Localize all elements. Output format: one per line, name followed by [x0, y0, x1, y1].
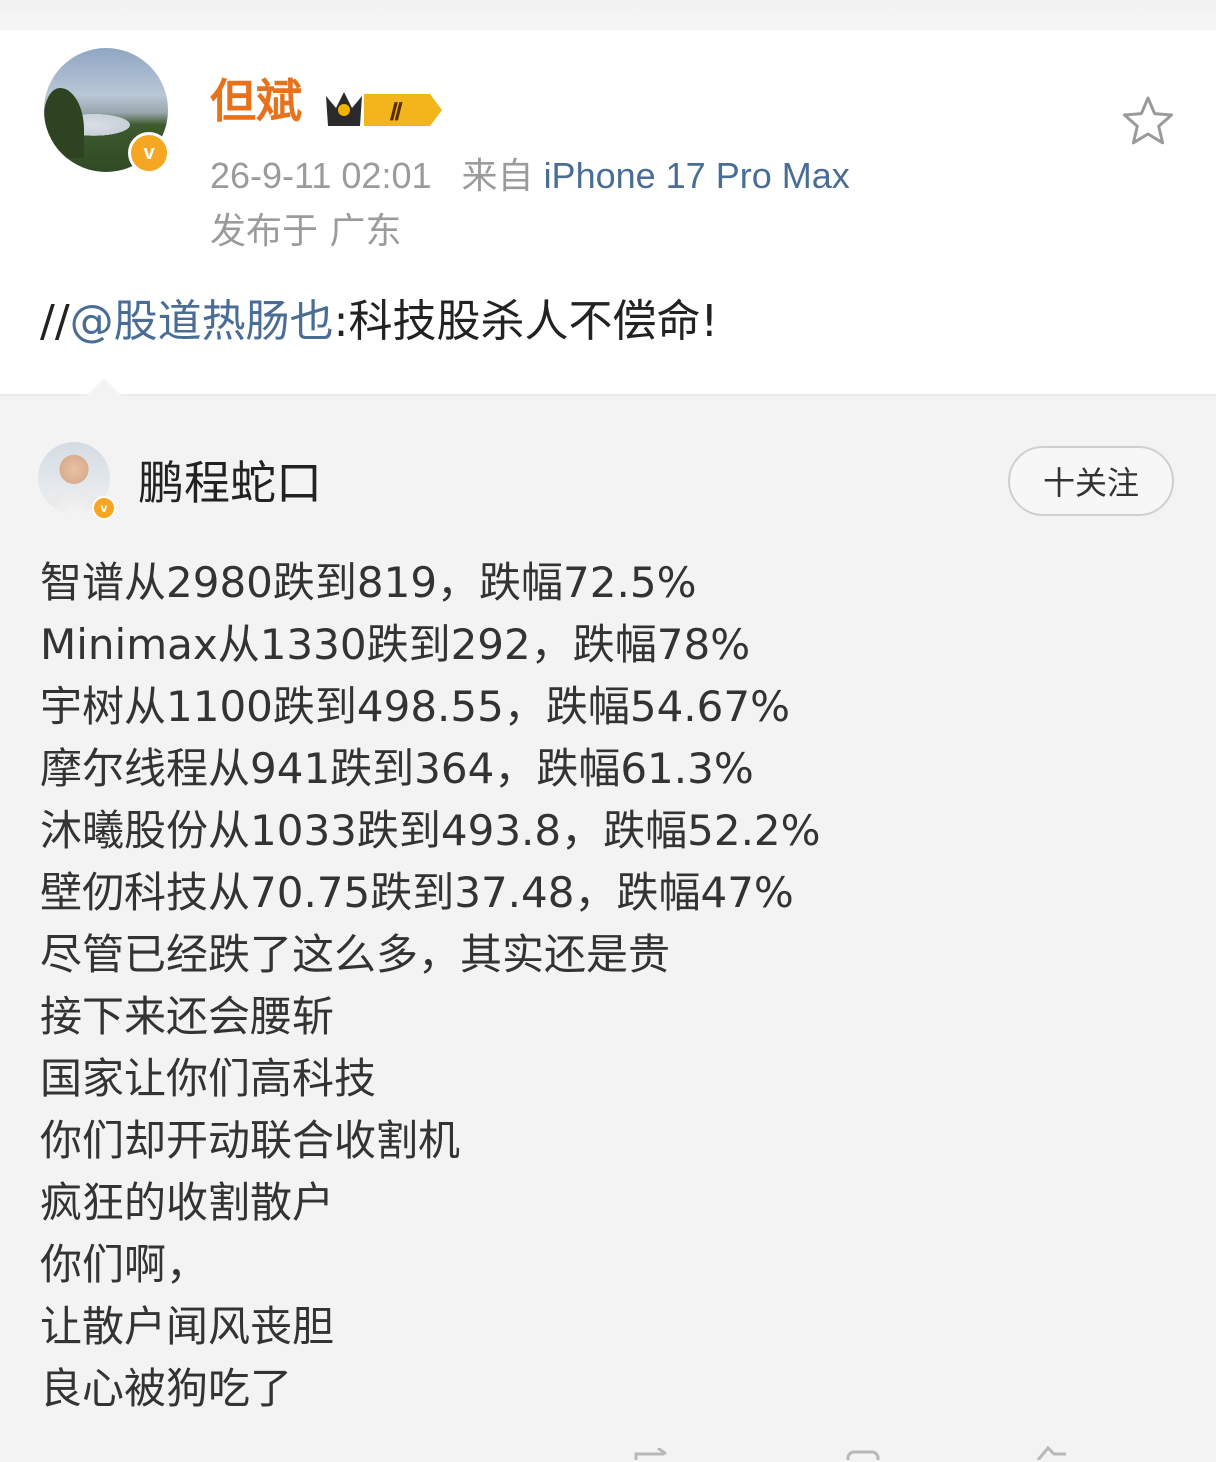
comment-icon[interactable]	[846, 1448, 882, 1460]
crown-rank-icon[interactable]: Ⅱ	[322, 86, 446, 130]
post-time: 26-9-11 02:01	[210, 155, 432, 196]
device-link[interactable]: iPhone 17 Pro Max	[544, 155, 850, 196]
body-line: 尽管已经跌了这么多，其实还是贵	[40, 930, 671, 979]
mention-link[interactable]: @股道热肠也	[70, 296, 334, 347]
post-location: 发布于 广东	[210, 211, 402, 252]
body-line: 你们却开动联合收割机	[40, 1116, 461, 1165]
like-icon[interactable]	[1034, 1444, 1070, 1460]
body-line: 摩尔线程从941跌到364，跌幅61.3%	[40, 744, 754, 793]
quoted-author-name[interactable]: 鹏程蛇口	[138, 460, 322, 506]
body-line: 良心被狗吃了	[40, 1364, 293, 1413]
body-line: 沐曦股份从1033跌到493.8，跌幅52.2%	[40, 806, 821, 855]
quoted-stats-bar	[620, 1438, 1180, 1460]
body-line: 你们啊，	[40, 1240, 209, 1289]
top-divider-bar	[0, 0, 1216, 30]
body-line: 智谱从2980跌到819，跌幅72.5%	[40, 558, 697, 607]
follow-button[interactable]: 十关注	[1008, 446, 1174, 516]
quoted-verified-mark: v	[100, 501, 108, 515]
body-line: 宇树从1100跌到498.55，跌幅54.67%	[40, 682, 790, 731]
source-prefix: 来自	[461, 155, 534, 196]
repost-prefix: //	[40, 296, 70, 347]
verified-v-icon: v	[128, 132, 170, 174]
quoted-post-body: 智谱从2980跌到819，跌幅72.5% Minimax从1330跌到292，跌…	[40, 552, 821, 1420]
body-line: 让散户闻风丧胆	[40, 1302, 335, 1351]
author-username[interactable]: 但斌	[210, 78, 302, 124]
body-line: 壁仞科技从70.75跌到37.48，跌幅47%	[40, 868, 794, 917]
quote-pointer	[86, 378, 122, 396]
repost-comment-text: :科技股杀人不偿命!	[333, 296, 719, 347]
star-outline-icon[interactable]	[1120, 94, 1176, 150]
repost-comment: //@股道热肠也:科技股杀人不偿命!	[40, 300, 718, 344]
post-meta: 26-9-11 02:01 来自 iPhone 17 Pro Max	[210, 158, 850, 194]
body-line: 疯狂的收割散户	[40, 1178, 335, 1227]
repost-icon[interactable]	[634, 1448, 670, 1460]
quoted-verified-v-icon: v	[92, 496, 116, 520]
verified-mark: v	[143, 141, 155, 164]
body-line: 接下来还会腰斩	[40, 992, 335, 1041]
body-line: 国家让你们高科技	[40, 1054, 377, 1103]
body-line: Minimax从1330跌到292，跌幅78%	[40, 620, 751, 669]
